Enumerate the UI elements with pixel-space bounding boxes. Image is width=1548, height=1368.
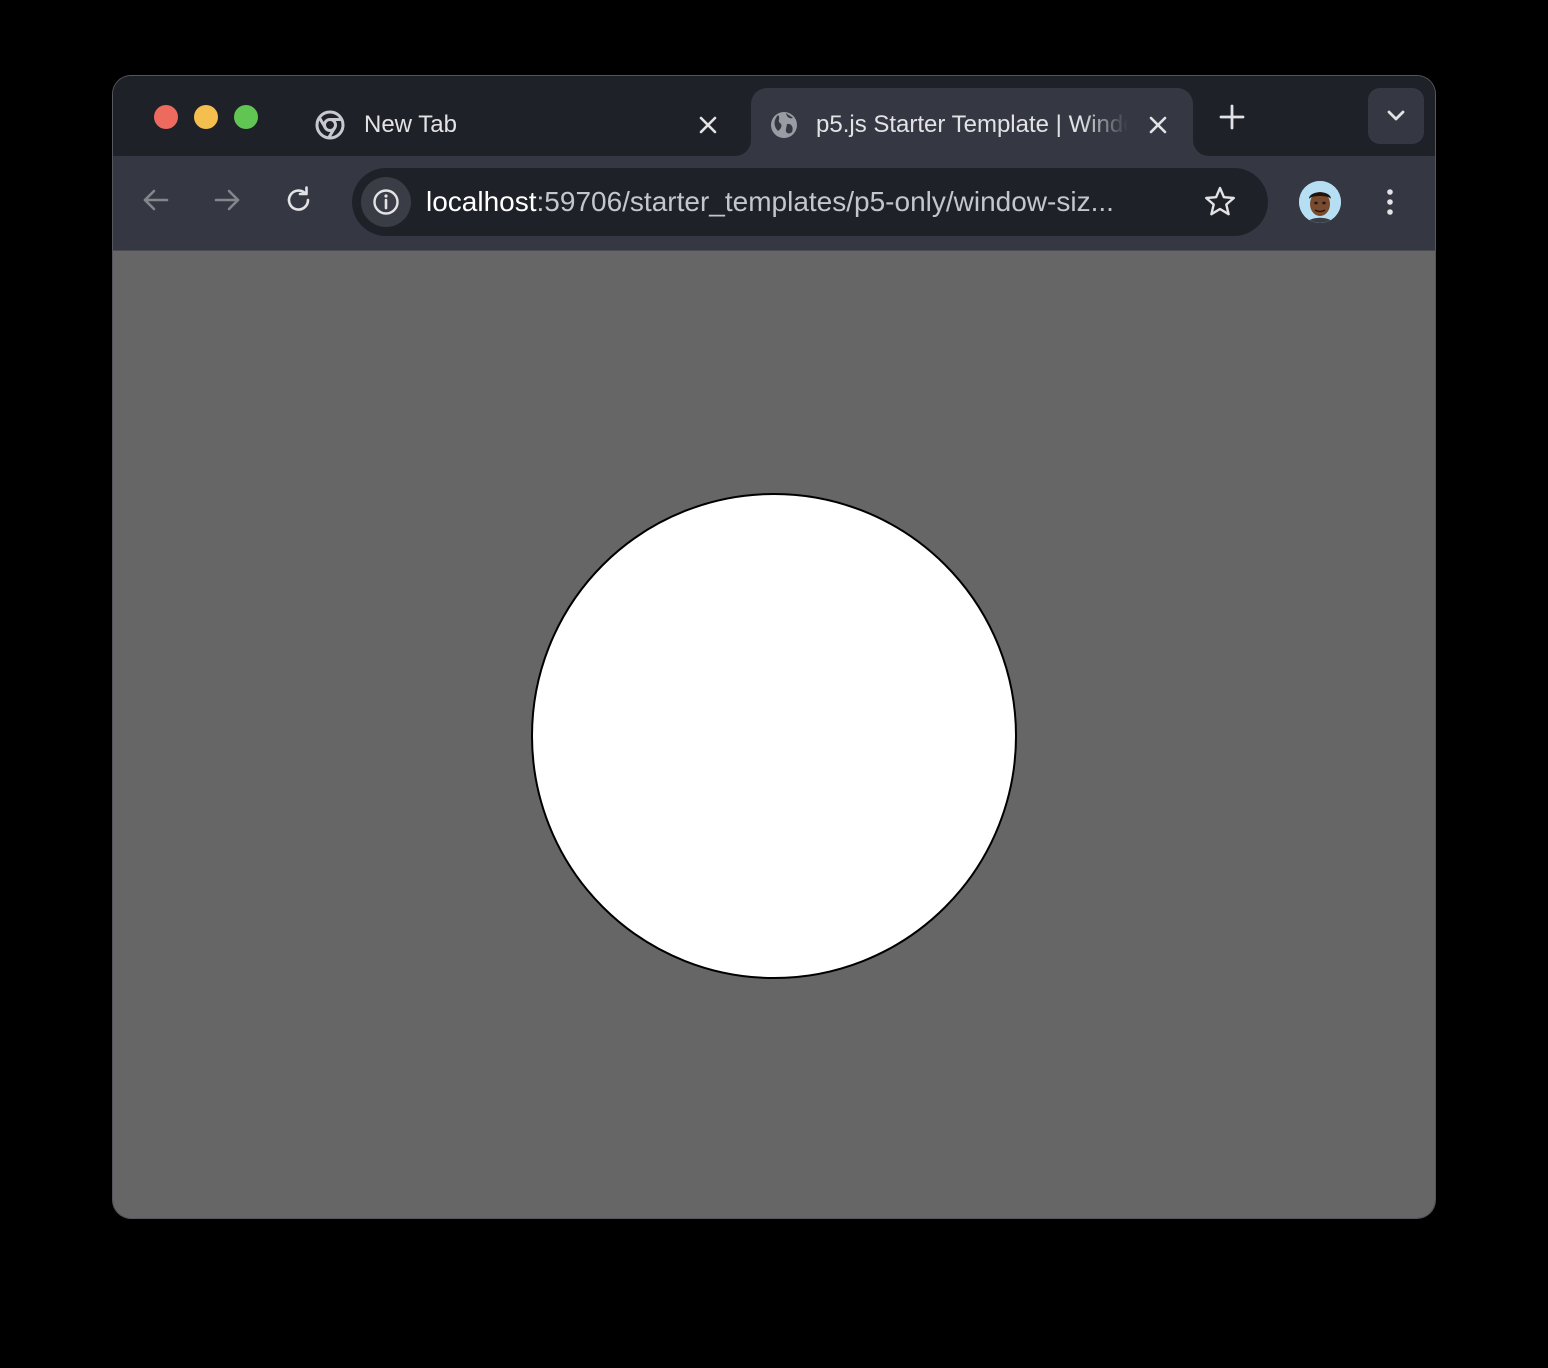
- browser-window: New Tab p5.js Starter Template | Window …: [113, 76, 1435, 1218]
- tab-new-tab[interactable]: New Tab: [299, 88, 739, 156]
- url-path: :59706/starter_templates/p5-only/window-…: [536, 186, 1114, 217]
- tab-search-button[interactable]: [1368, 88, 1424, 144]
- tab-p5-starter[interactable]: p5.js Starter Template | Window Size: [751, 88, 1193, 156]
- reload-button[interactable]: [281, 182, 317, 218]
- url-text[interactable]: localhost:59706/starter_templates/p5-onl…: [426, 186, 1186, 218]
- chevron-down-icon: [1387, 110, 1405, 121]
- plus-icon: [1219, 104, 1245, 130]
- star-icon: [1204, 186, 1235, 216]
- close-window-button[interactable]: [154, 105, 178, 129]
- site-info-button[interactable]: [361, 177, 411, 227]
- tab-title: p5.js Starter Template | Window Size: [816, 111, 1128, 138]
- address-bar[interactable]: localhost:59706/starter_templates/p5-onl…: [352, 168, 1268, 236]
- back-button[interactable]: [138, 182, 174, 218]
- info-icon: [373, 189, 399, 215]
- forward-arrow-icon: [214, 189, 240, 211]
- back-arrow-icon: [143, 189, 169, 211]
- toolbar: localhost:59706/starter_templates/p5-onl…: [113, 156, 1435, 251]
- profile-avatar-icon: [1299, 181, 1341, 223]
- menu-button[interactable]: [1375, 182, 1405, 222]
- p5-canvas[interactable]: [113, 251, 1435, 1218]
- minimize-window-button[interactable]: [194, 105, 218, 129]
- forward-button[interactable]: [209, 182, 245, 218]
- tab-strip: New Tab p5.js Starter Template | Window …: [113, 76, 1435, 156]
- kebab-menu-icon: [1387, 189, 1393, 215]
- tab-title: New Tab: [364, 111, 457, 138]
- reload-icon: [287, 186, 310, 211]
- url-host: localhost: [426, 186, 537, 217]
- globe-icon: [769, 110, 799, 140]
- new-tab-button[interactable]: [1215, 100, 1249, 134]
- bookmark-button[interactable]: [1202, 184, 1238, 220]
- avatar[interactable]: [1299, 181, 1341, 223]
- chrome-icon: [315, 110, 345, 140]
- close-icon[interactable]: [693, 110, 723, 140]
- close-icon[interactable]: [1143, 110, 1173, 140]
- page-viewport: [113, 251, 1435, 1218]
- maximize-window-button[interactable]: [234, 105, 258, 129]
- white-circle: [531, 493, 1017, 979]
